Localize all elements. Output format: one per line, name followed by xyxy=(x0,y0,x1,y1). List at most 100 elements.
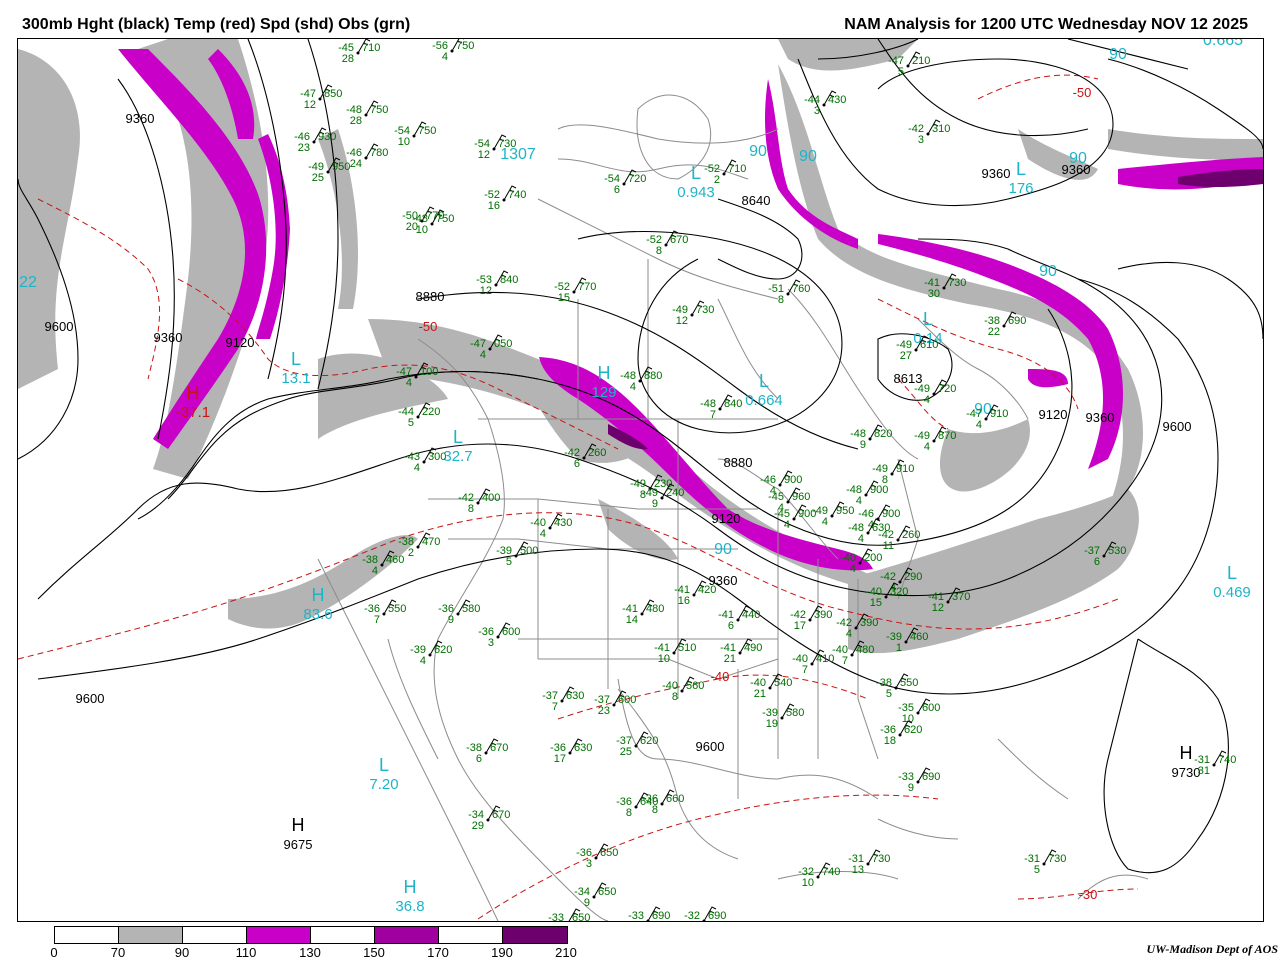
obs-height: 950 xyxy=(332,161,350,173)
high-center-marker: H xyxy=(598,363,611,383)
height-contour-label: 8880 xyxy=(416,289,445,304)
obs-height: 930 xyxy=(318,131,336,143)
obs-dewpoint-depression: 12 xyxy=(932,602,944,614)
obs-height: 260 xyxy=(588,447,606,459)
center-value-label: 13.1 xyxy=(281,370,310,387)
obs-dewpoint-depression: 4 xyxy=(540,528,546,540)
obs-dewpoint-depression: 5 xyxy=(1034,864,1040,876)
obs-height: 710 xyxy=(728,163,746,175)
obs-dewpoint-depression: 31 xyxy=(1198,765,1210,777)
obs-dewpoint-depression: 4 xyxy=(976,419,982,431)
obs-height: 600 xyxy=(502,626,520,638)
obs-dewpoint-depression: 21 xyxy=(724,653,736,665)
obs-height: 690 xyxy=(652,910,670,921)
center-value-label: 36.8 xyxy=(395,898,424,915)
obs-dewpoint-depression: 4 xyxy=(420,655,426,667)
height-contour-label: 9600 xyxy=(1163,419,1192,434)
speed-contour-label: 90 xyxy=(749,143,767,160)
obs-dewpoint-depression: 7 xyxy=(374,614,380,626)
center-value-label: 176 xyxy=(1008,180,1033,197)
legend-label: 210 xyxy=(555,945,577,960)
legend-swatch xyxy=(375,927,439,943)
obs-height: 730 xyxy=(1048,853,1066,865)
obs-height: 910 xyxy=(990,408,1008,420)
low-center-marker: L xyxy=(923,309,933,329)
center-value-label: 0.469 xyxy=(1213,584,1251,601)
low-center-marker: L xyxy=(1016,159,1026,179)
center-value-label: 83.6 xyxy=(303,606,332,623)
obs-dewpoint-depression: 15 xyxy=(558,292,570,304)
obs-dewpoint-depression: 16 xyxy=(678,595,690,607)
high-center-marker: H xyxy=(404,877,417,897)
temperature-contour-label: -30 xyxy=(1079,887,1098,902)
obs-dewpoint-depression: 10 xyxy=(658,653,670,665)
obs-dewpoint-depression: 7 xyxy=(802,664,808,676)
center-value-label: -37.1 xyxy=(176,404,210,421)
obs-dewpoint-depression: 5 xyxy=(898,66,904,78)
obs-height: 690 xyxy=(922,771,940,783)
obs-height: 650 xyxy=(598,886,616,898)
station-obs: -39 58019 xyxy=(762,703,804,730)
legend-label: 190 xyxy=(491,945,513,960)
station-obs: -41 51010 xyxy=(654,638,696,665)
obs-height: 750 xyxy=(370,104,388,116)
station-obs: -37 60023 xyxy=(594,690,636,717)
obs-height: 730 xyxy=(696,304,714,316)
obs-dewpoint-depression: 4 xyxy=(480,349,486,361)
obs-height: 740 xyxy=(822,866,840,878)
obs-dewpoint-depression: 5 xyxy=(408,417,414,429)
map-panel: 9360 9600 9360 9120 8880 8640 9360 9120 9360 9600… xyxy=(17,38,1264,922)
obs-height: 400 xyxy=(482,492,500,504)
station-obs: -35 60010 xyxy=(898,698,940,725)
height-contour-label: 9120 xyxy=(1039,407,1068,422)
station-obs: -45 71028 xyxy=(338,39,380,65)
obs-dewpoint-depression: 3 xyxy=(814,105,820,117)
high-center-marker: H xyxy=(312,585,325,605)
obs-dewpoint-depression: 6 xyxy=(728,620,734,632)
height-contour-label: 9600 xyxy=(696,739,725,754)
station-obs: -48 9004 xyxy=(846,480,888,507)
obs-height: 460 xyxy=(910,631,928,643)
obs-dewpoint-depression: 2 xyxy=(714,174,720,186)
obs-height: 840 xyxy=(724,398,742,410)
station-obs: -38 4702 xyxy=(398,532,440,559)
station-obs: -44 4303 xyxy=(804,90,846,117)
station-obs: -41 48014 xyxy=(622,599,664,626)
obs-height: 580 xyxy=(786,707,804,719)
obs-height: 420 xyxy=(698,584,716,596)
legend-label: 90 xyxy=(174,945,190,960)
obs-temperature: -33 xyxy=(548,912,564,921)
station-obs: -54 75010 xyxy=(394,121,436,148)
obs-dewpoint-depression: 22 xyxy=(988,326,1000,338)
obs-height: 460 xyxy=(386,554,404,566)
station-obs: -49 7204 xyxy=(914,379,956,406)
low-center-marker: L xyxy=(691,163,701,183)
obs-dewpoint-depression: 7 xyxy=(842,655,848,667)
center-value-label: 0.664 xyxy=(745,392,783,409)
obs-height: 390 xyxy=(860,617,878,629)
station-obs: -40 4107 xyxy=(792,649,834,676)
station-obs: -47 85012 xyxy=(300,84,342,111)
obs-dewpoint-depression: 9 xyxy=(584,897,590,909)
obs-height: 550 xyxy=(900,677,918,689)
obs-height: 900 xyxy=(784,474,802,486)
obs-dewpoint-depression: 19 xyxy=(766,718,778,730)
obs-dewpoint-depression: 5 xyxy=(886,688,892,700)
station-obs: -36 5507 xyxy=(364,599,406,626)
station-obs: -32 74010 xyxy=(798,862,840,889)
station-obs: -36 6003 xyxy=(478,622,520,649)
legend-swatch xyxy=(119,927,183,943)
obs-height: 820 xyxy=(874,428,892,440)
obs-temperature: -33 xyxy=(628,910,644,921)
station-obs: -43 3004 xyxy=(404,447,446,474)
station-obs: -42 39017 xyxy=(790,605,832,632)
obs-dewpoint-depression: 27 xyxy=(900,350,912,362)
obs-dewpoint-depression: 3 xyxy=(586,858,592,870)
station-obs: -31 73013 xyxy=(848,849,890,876)
legend-label: 170 xyxy=(427,945,449,960)
station-obs: -41 49021 xyxy=(720,638,762,665)
obs-height: 770 xyxy=(578,281,596,293)
obs-height: 310 xyxy=(932,123,950,135)
obs-dewpoint-depression: 6 xyxy=(574,458,580,470)
obs-height: 530 xyxy=(1108,545,1126,557)
